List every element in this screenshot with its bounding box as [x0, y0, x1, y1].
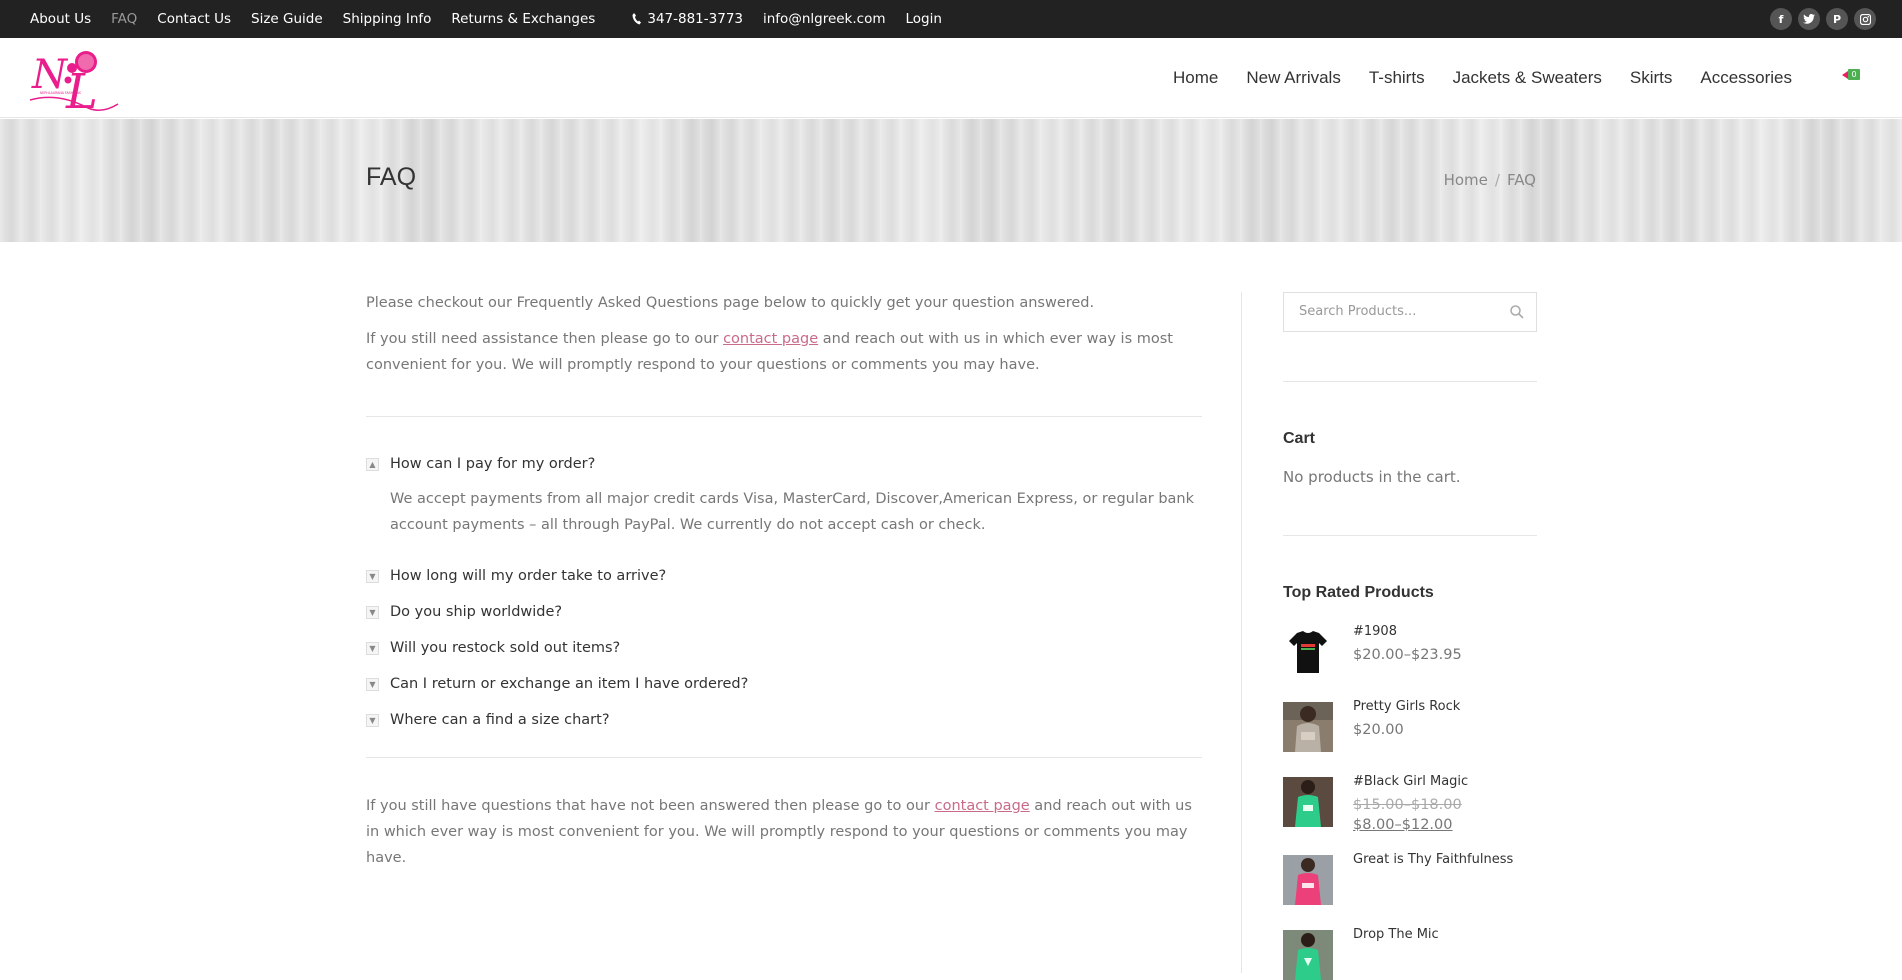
product-thumbnail[interactable] — [1283, 627, 1333, 677]
phone-contact: 347-881-3773 — [632, 11, 743, 27]
faq-question-toggle[interactable]: ▼ Where can a find a size chart? — [366, 702, 1202, 738]
faq-question-toggle[interactable]: ▼ Can I return or exchange an item I hav… — [366, 666, 1202, 702]
product-thumbnail[interactable] — [1283, 777, 1333, 827]
product-name[interactable]: #1908 — [1353, 624, 1397, 639]
chevron-up-icon: ▲ — [366, 457, 379, 471]
faq-question-toggle[interactable]: ▼ Will you restock sold out items? — [366, 630, 1202, 666]
divider — [1283, 381, 1537, 382]
outro-content: If you still have questions that have no… — [366, 793, 1202, 881]
product-item[interactable]: #1908 $20.00–$23.95 — [1283, 624, 1537, 677]
top-link-returns-exchanges[interactable]: Returns & Exchanges — [451, 11, 595, 27]
faq-item: ▼ Where can a find a size chart? — [366, 702, 1202, 738]
breadcrumb: Home / FAQ — [1444, 171, 1536, 189]
twitter-icon[interactable] — [1798, 8, 1820, 30]
contact-page-link[interactable]: contact page — [935, 798, 1030, 814]
phone-number: 347-881-3773 — [647, 11, 743, 27]
faq-question: Can I return or exchange an item I have … — [390, 676, 749, 692]
sidebar: Search Products... Cart No products in t… — [1283, 292, 1537, 980]
product-old-price: $15.00–$18.00 — [1353, 797, 1462, 813]
nav-home[interactable]: Home — [1173, 68, 1218, 88]
faq-question: Will you restock sold out items? — [390, 640, 621, 656]
product-thumbnail[interactable] — [1283, 855, 1333, 905]
nav-new-arrivals[interactable]: New Arrivals — [1246, 68, 1340, 88]
breadcrumb-current: FAQ — [1506, 171, 1536, 189]
product-name[interactable]: Pretty Girls Rock — [1353, 699, 1460, 714]
faq-question: How long will my order take to arrive? — [390, 568, 667, 584]
site-header: N L NEPHLAURANA FASHIONS Home New Arriva… — [0, 38, 1902, 120]
faq-item: ▼ Can I return or exchange an item I hav… — [366, 666, 1202, 702]
product-item[interactable]: Great is Thy Faithfulness — [1283, 852, 1537, 905]
faq-question: Where can a find a size chart? — [390, 712, 610, 728]
faq-question: Do you ship worldwide? — [390, 604, 563, 620]
breadcrumb-home[interactable]: Home — [1444, 171, 1488, 189]
main-nav: Home New Arrivals T-shirts Jackets & Swe… — [1145, 38, 1792, 118]
chevron-down-icon: ▼ — [366, 677, 379, 691]
nav-t-shirts[interactable]: T-shirts — [1369, 68, 1425, 88]
page-title-bar: FAQ Home / FAQ — [0, 119, 1902, 242]
phone-icon — [632, 13, 642, 25]
top-link-about-us[interactable]: About Us — [30, 11, 91, 27]
logo-text: NEPHLAURANA FASHIONS — [40, 91, 81, 95]
sidebar-divider — [1241, 292, 1242, 973]
breadcrumb-separator: / — [1494, 171, 1500, 189]
top-rated-title: Top Rated Products — [1283, 584, 1434, 601]
product-item[interactable]: Pretty Girls Rock $20.00 — [1283, 699, 1537, 752]
contact-page-link[interactable]: contact page — [723, 331, 818, 347]
faq-question-toggle[interactable]: ▲ How can I pay for my order? — [366, 446, 1202, 482]
outro-paragraph: If you still have questions that have no… — [366, 798, 1192, 866]
social-icons: f P — [1770, 8, 1876, 30]
nav-jackets-sweaters[interactable]: Jackets & Sweaters — [1453, 68, 1602, 88]
divider — [366, 757, 1202, 758]
faq-question-toggle[interactable]: ▼ Do you ship worldwide? — [366, 594, 1202, 630]
divider — [1283, 535, 1537, 536]
top-links: About Us FAQ Contact Us Size Guide Shipp… — [30, 0, 962, 38]
product-sale-price: $8.00–$12.00 — [1353, 817, 1453, 833]
nav-skirts[interactable]: Skirts — [1630, 68, 1673, 88]
nav-accessories[interactable]: Accessories — [1700, 68, 1792, 88]
chevron-down-icon: ▼ — [366, 605, 379, 619]
email-link[interactable]: info@nlgreek.com — [763, 11, 886, 27]
top-link-size-guide[interactable]: Size Guide — [251, 11, 323, 27]
product-name[interactable]: Great is Thy Faithfulness — [1353, 852, 1513, 867]
faq-question: How can I pay for my order? — [390, 456, 596, 472]
chevron-down-icon: ▼ — [366, 641, 379, 655]
product-name[interactable]: #Black Girl Magic — [1353, 774, 1468, 789]
chevron-down-icon: ▼ — [366, 713, 379, 727]
cart-count-badge: 0 — [1848, 69, 1860, 80]
chevron-down-icon: ▼ — [366, 569, 379, 583]
cart-icon[interactable]: 0 — [1842, 69, 1862, 85]
top-link-faq[interactable]: FAQ — [111, 11, 137, 27]
product-search[interactable]: Search Products... — [1283, 292, 1537, 332]
top-link-shipping-info[interactable]: Shipping Info — [343, 11, 432, 27]
product-price: $20.00 — [1353, 722, 1404, 738]
product-thumbnail[interactable] — [1283, 702, 1333, 752]
pinterest-icon[interactable]: P — [1826, 8, 1848, 30]
faq-item: ▼ Do you ship worldwide? — [366, 594, 1202, 630]
intro-paragraph: Please checkout our Frequently Asked Que… — [366, 295, 1095, 311]
divider — [366, 416, 1202, 417]
product-item[interactable]: #Black Girl Magic $15.00–$18.00 $8.00–$1… — [1283, 774, 1537, 833]
faq-item: ▼ Will you restock sold out items? — [366, 630, 1202, 666]
top-bar: About Us FAQ Contact Us Size Guide Shipp… — [0, 0, 1902, 38]
faq-question-toggle[interactable]: ▼ How long will my order take to arrive? — [366, 558, 1202, 594]
faq-accordion: ▲ How can I pay for my order? We accept … — [366, 446, 1202, 738]
site-logo[interactable]: N L NEPHLAURANA FASHIONS — [28, 42, 124, 120]
search-input[interactable]: Search Products... — [1299, 293, 1416, 331]
cart-empty-message: No products in the cart. — [1283, 468, 1461, 486]
product-name[interactable]: Drop The Mic — [1353, 927, 1439, 942]
faq-item: ▼ How long will my order take to arrive? — [366, 558, 1202, 594]
product-price: $20.00–$23.95 — [1353, 647, 1462, 663]
page-title: FAQ — [366, 163, 417, 191]
login-link[interactable]: Login — [906, 11, 942, 27]
assistance-paragraph: If you still need assistance then please… — [366, 331, 1173, 373]
instagram-icon[interactable] — [1854, 8, 1876, 30]
facebook-icon[interactable]: f — [1770, 8, 1792, 30]
top-link-contact-us[interactable]: Contact Us — [157, 11, 231, 27]
faq-item: ▲ How can I pay for my order? We accept … — [366, 446, 1202, 558]
main-content: Please checkout our Frequently Asked Que… — [366, 290, 1202, 388]
faq-answer: We accept payments from all major credit… — [390, 491, 1195, 533]
cart-widget-title: Cart — [1283, 430, 1316, 447]
search-icon[interactable] — [1510, 305, 1524, 319]
